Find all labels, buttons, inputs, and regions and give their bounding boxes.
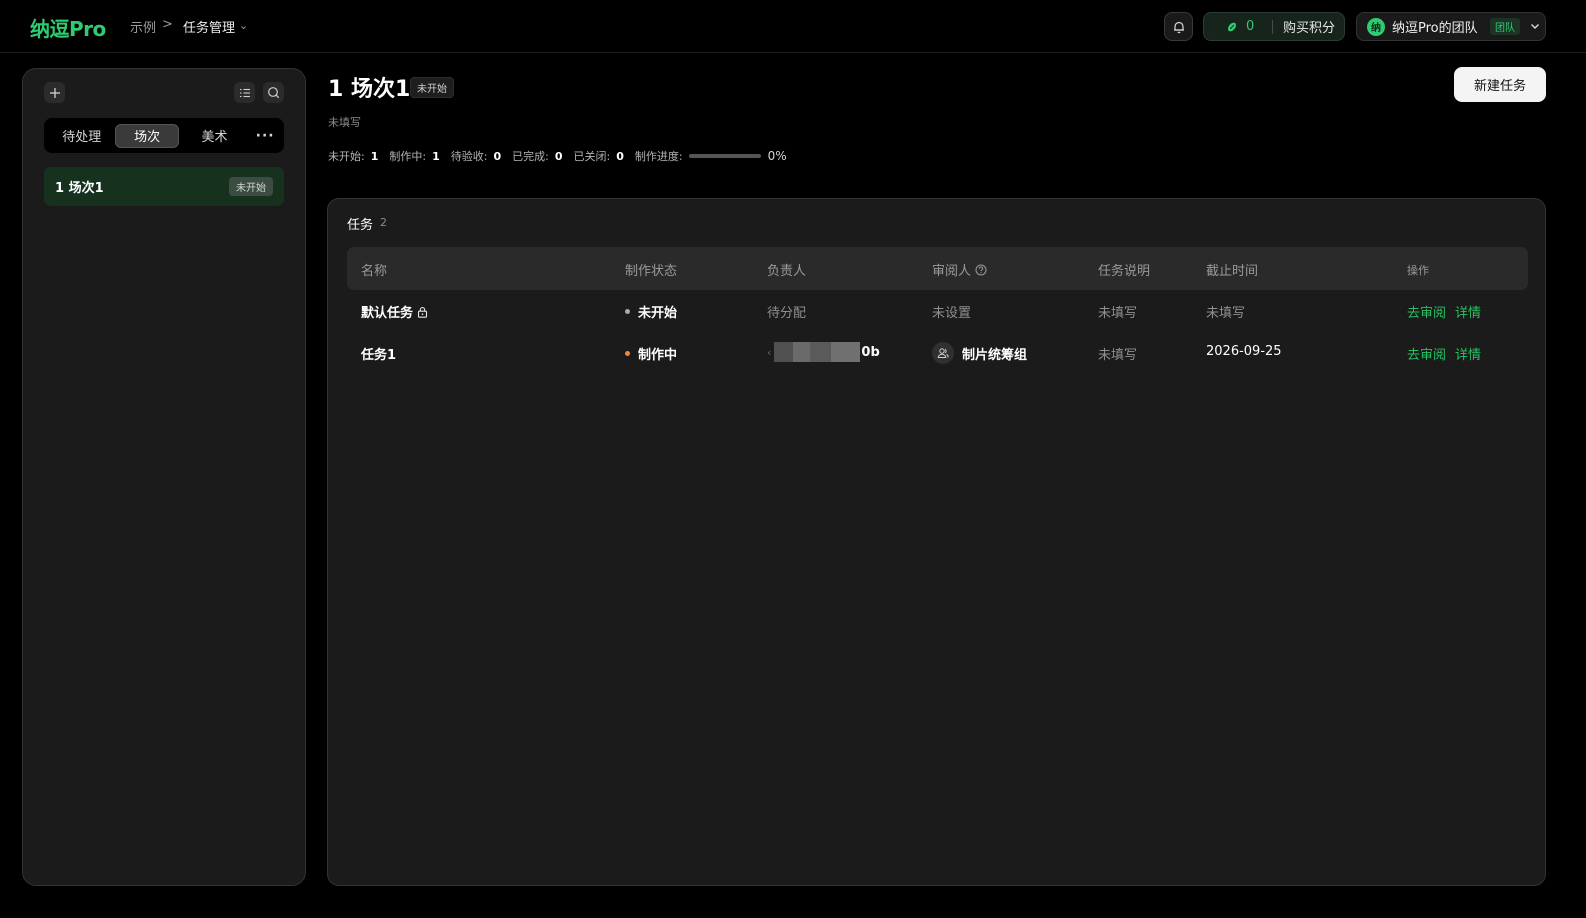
status-dot: [625, 351, 630, 356]
redacted-owner-name: [774, 342, 861, 362]
points-button[interactable]: 0 购买积分: [1203, 12, 1345, 41]
tab-art[interactable]: 美术: [179, 124, 250, 148]
owner-prefix: ‹: [767, 345, 772, 359]
column-header-actions: 操作: [1407, 264, 1429, 277]
status-badge: 未开始: [410, 77, 454, 98]
task-name: 任务1: [361, 348, 397, 363]
stat-completed: 已完成: 0: [512, 150, 563, 163]
app-logo[interactable]: 纳逗Pro: [30, 13, 106, 42]
team-tag: 团队: [1490, 18, 1520, 35]
progress-value: 0%: [767, 149, 787, 163]
task-status: 制作中: [625, 344, 677, 363]
column-header-name: 名称: [361, 264, 388, 279]
column-header-status: 制作状态: [625, 264, 678, 279]
group-avatar: [932, 342, 954, 364]
table-header: 名称 制作状态 负责人 审阅人 任务说明 截止时间 操作: [347, 247, 1528, 290]
task-reviewer[interactable]: 制片统筹组: [932, 342, 1027, 364]
task-panel-title: 任务: [347, 218, 374, 233]
team-avatar: 纳: [1367, 17, 1385, 36]
team-switcher[interactable]: 纳 纳逗Pro的团队 团队: [1356, 12, 1546, 41]
task-actions: 去审阅 详情: [1407, 344, 1490, 363]
task-name: 默认任务: [361, 302, 428, 321]
notification-button[interactable]: [1164, 12, 1193, 41]
sidebar-tabs: 待处理 场次 美术 ···: [44, 118, 284, 153]
task-actions: 去审阅 详情: [1407, 302, 1490, 321]
review-link[interactable]: 去审阅: [1407, 344, 1446, 363]
points-divider: [1272, 19, 1273, 34]
column-header-reviewer: 审阅人: [932, 260, 987, 279]
progress-bar: [688, 154, 761, 158]
progress-label: 制作进度:: [634, 150, 683, 163]
bell-icon: [1173, 21, 1184, 33]
scene-list-item[interactable]: 1 场次1 未开始: [44, 167, 284, 206]
details-link[interactable]: 详情: [1455, 302, 1481, 321]
tab-pending[interactable]: 待处理: [48, 124, 115, 148]
task-count: 2: [380, 216, 387, 229]
review-link[interactable]: 去审阅: [1407, 302, 1446, 321]
add-scene-button[interactable]: [44, 82, 65, 103]
stat-not-started: 未开始: 1: [328, 150, 379, 163]
task-owner[interactable]: ‹ 0b: [767, 342, 880, 362]
search-button[interactable]: [263, 82, 284, 103]
breadcrumb-separator: >: [162, 17, 173, 32]
plus-icon: [49, 87, 60, 98]
points-value: 0: [1246, 19, 1255, 34]
search-icon: [268, 87, 280, 99]
stat-closed: 已关闭: 0: [573, 150, 624, 163]
team-name: 纳逗Pro的团队: [1392, 21, 1478, 36]
scene-description[interactable]: 未填写: [328, 114, 361, 130]
task-deadline: 2026-09-25: [1206, 344, 1282, 359]
buy-points-label: 购买积分: [1283, 21, 1336, 36]
task-description: 未填写: [1098, 306, 1138, 321]
tab-scenes[interactable]: 场次: [115, 123, 179, 148]
column-header-description: 任务说明: [1098, 264, 1151, 279]
stats-bar: 未开始: 1 制作中: 1 待验收: 0 已完成: 0 已关闭: 0 制作进度: 0%: [328, 148, 787, 164]
scene-name: 1 场次1: [55, 181, 104, 196]
task-description: 未填写: [1098, 348, 1138, 363]
chevron-down-icon: [1530, 20, 1540, 34]
list-view-button[interactable]: [234, 82, 255, 103]
task-deadline: 未填写: [1206, 306, 1246, 321]
breadcrumb-task-management[interactable]: 任务管理: [183, 17, 235, 36]
scene-status-badge: 未开始: [229, 177, 273, 196]
new-task-button[interactable]: 新建任务: [1454, 67, 1546, 102]
bean-icon: [1227, 22, 1237, 31]
page-title: 1 场次1: [328, 77, 411, 102]
user-group-icon: [937, 348, 949, 358]
column-header-owner: 负责人: [767, 264, 807, 279]
status-dot: [625, 309, 630, 314]
task-reviewer[interactable]: 未设置: [932, 302, 971, 321]
help-icon[interactable]: [975, 264, 987, 276]
column-header-deadline: 截止时间: [1206, 264, 1259, 279]
list-icon: [239, 88, 250, 97]
details-link[interactable]: 详情: [1455, 344, 1481, 363]
task-status: 未开始: [625, 302, 677, 321]
stat-pending-acceptance: 待验收: 0: [450, 150, 502, 163]
task-owner[interactable]: 待分配: [767, 302, 806, 321]
stat-in-production: 制作中: 1: [389, 150, 440, 163]
breadcrumb-example[interactable]: 示例: [130, 17, 156, 36]
more-tabs-button[interactable]: ···: [250, 124, 280, 148]
owner-suffix: 0b: [861, 344, 880, 360]
chevron-down-icon[interactable]: ⌄: [239, 19, 248, 32]
table-row[interactable]: 默认任务 未开始 待分配 未设置 未填写 未填写 去审阅 详情: [347, 290, 1528, 332]
lock-icon: [417, 306, 428, 318]
task-panel: 任务 2 名称 制作状态 负责人 审阅人 任务说明 截止时间 操作 默认任务 未…: [327, 198, 1546, 886]
top-bar: 纳逗Pro 示例 > 任务管理 ⌄ 0 购买积分 纳 纳逗Pro的团队 团队: [0, 0, 1586, 53]
table-row[interactable]: 任务1 制作中 ‹ 0b 制片统筹组 未填写 2026-09-25 去审阅 详情: [347, 332, 1528, 374]
scene-sidebar: 待处理 场次 美术 ··· 1 场次1 未开始: [22, 68, 306, 886]
